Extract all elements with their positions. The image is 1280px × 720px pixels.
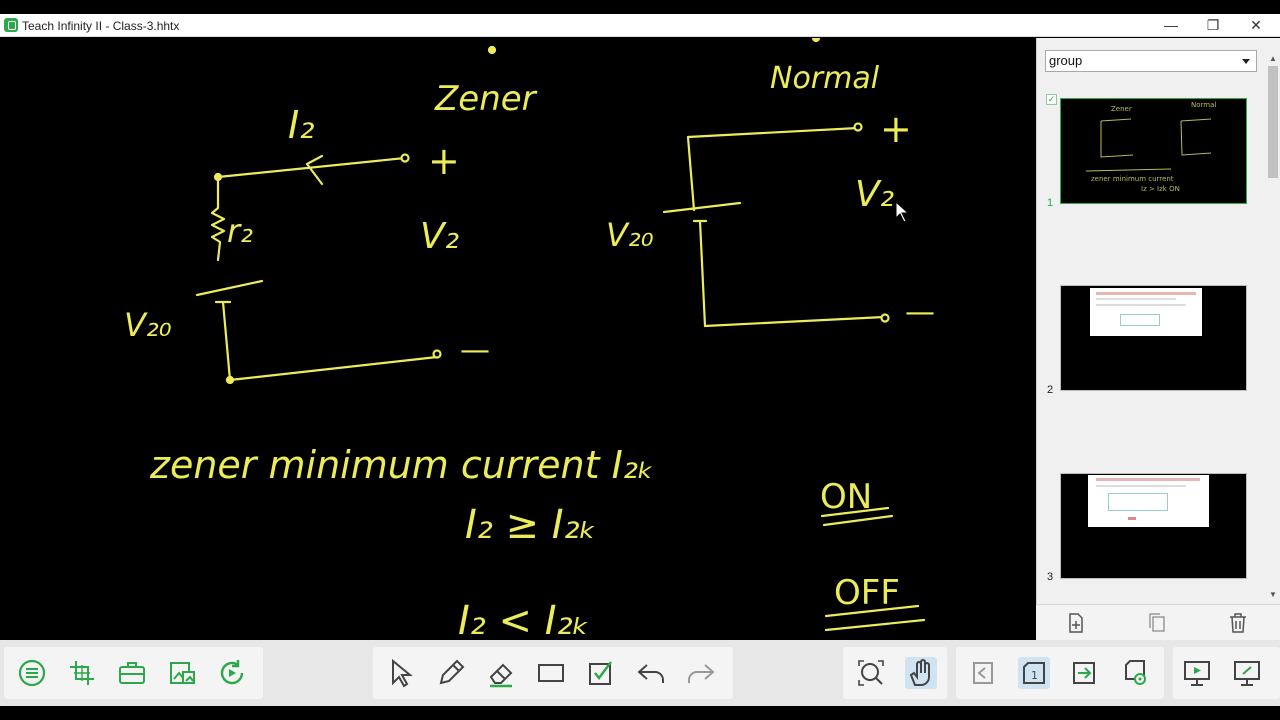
right-vertical-top: [686, 135, 696, 212]
group-select-value: group: [1049, 53, 1083, 68]
copy-page-icon[interactable]: [1145, 611, 1169, 635]
current-arrow: [305, 154, 324, 186]
resistor-label: r₂: [227, 212, 253, 250]
window-title: Teach Infinity II - Class-3.hhtx: [22, 19, 180, 33]
slide-number: 2: [1047, 384, 1054, 396]
toolbar-group-left: [4, 647, 263, 699]
ink-dot: [811, 38, 821, 43]
slide-number: 3: [1047, 571, 1054, 583]
pan-hand-icon[interactable]: [905, 657, 937, 689]
slide-sidebar: group ✓ Zener Normal zener minimum curre…: [1036, 38, 1280, 640]
right-plus-sign: +: [880, 107, 912, 151]
whiteboard-canvas[interactable]: Zener I₂ r₂ V₂₀ V₂ + — Normal V₂₀ V₂ + —…: [0, 38, 1036, 640]
right-plus-terminal: [853, 122, 863, 132]
bottom-toolbar: 1: [0, 640, 1280, 706]
normal-heading: Normal: [770, 61, 880, 96]
svg-text:Iz > Izk ON: Iz > Izk ON: [1141, 185, 1180, 193]
zener-heading: Zener: [434, 79, 538, 119]
page-settings-icon[interactable]: [1118, 657, 1150, 689]
slide-number: 1: [1047, 197, 1054, 209]
slide-2-document-preview: [1090, 288, 1202, 336]
top-black-strip: [0, 0, 1280, 14]
svg-text:zener minimum current: zener minimum current: [1091, 175, 1174, 183]
svg-text:Normal: Normal: [1191, 101, 1216, 109]
sidebar-scrollbar[interactable]: ▲ ▼: [1266, 52, 1280, 602]
pointer-icon[interactable]: [385, 657, 417, 689]
scroll-down-icon[interactable]: ▼: [1266, 588, 1280, 602]
close-button[interactable]: ✕: [1235, 14, 1277, 37]
slide-thumbnail-1[interactable]: Zener Normal zener minimum current Iz > …: [1060, 98, 1247, 204]
current-page-icon[interactable]: 1: [1018, 657, 1050, 689]
svg-text:Zener: Zener: [1111, 105, 1132, 113]
left-plus-terminal: [400, 153, 410, 163]
restore-button[interactable]: ❐: [1192, 14, 1234, 37]
menu-icon[interactable]: [16, 657, 48, 689]
group-select[interactable]: group: [1045, 50, 1257, 72]
slide-thumbnail-3[interactable]: [1060, 473, 1247, 579]
left-minus-sign: —: [460, 333, 490, 368]
right-source-label: V₂₀: [606, 216, 654, 254]
present-icon[interactable]: [1181, 657, 1213, 689]
toolbar-group-view: [843, 647, 947, 699]
undo-icon[interactable]: [635, 657, 667, 689]
left-minus-terminal: [432, 349, 442, 359]
condition-1: I₂ ≥ I₂ₖ: [465, 502, 597, 548]
off-underline-2: [824, 618, 926, 632]
checkbox-icon[interactable]: [585, 657, 617, 689]
state-off: OFF: [834, 573, 900, 613]
state-on: ON: [820, 477, 872, 517]
left-source-label: V₂₀: [124, 306, 172, 344]
previous-page-icon[interactable]: [968, 657, 1000, 689]
pen-icon[interactable]: [435, 657, 467, 689]
insert-image-icon[interactable]: [166, 657, 198, 689]
crop-move-icon[interactable]: [66, 657, 98, 689]
redo-icon[interactable]: [685, 657, 717, 689]
current-page-number: 1: [1031, 669, 1038, 682]
scroll-up-icon[interactable]: ▲: [1266, 52, 1280, 66]
slide-actions: [1036, 604, 1280, 640]
right-output-label: V₂: [855, 174, 894, 215]
right-minus-sign: —: [905, 295, 935, 330]
mouse-cursor-icon: [895, 200, 910, 223]
on-underline-2: [822, 514, 894, 527]
board-drawing: Zener I₂ r₂ V₂₀ V₂ + — Normal V₂₀ V₂ + —…: [124, 38, 935, 640]
rectangle-icon[interactable]: [535, 657, 567, 689]
next-page-icon[interactable]: [1068, 657, 1100, 689]
right-vertical-lower: [698, 219, 707, 328]
minimum-current-line: zener minimum current I₂ₖ: [149, 443, 654, 487]
title-bar: Teach Infinity II - Class-3.hhtx — ❐ ✕: [0, 14, 1280, 37]
resistor-zigzag: [210, 175, 226, 262]
right-bottom-wire: [703, 315, 886, 328]
screen-share-icon[interactable]: [1231, 657, 1263, 689]
left-output-label: V₂: [420, 216, 459, 257]
toolbar-group-draw: [373, 647, 733, 699]
right-battery-long-plate: [662, 201, 742, 214]
eraser-icon[interactable]: [485, 657, 517, 689]
app-window: Teach Infinity II - Class-3.hhtx — ❐ ✕ Z…: [0, 0, 1280, 720]
left-bottom-wire: [228, 355, 439, 382]
chevron-down-icon: [1242, 59, 1250, 64]
left-plus-sign: +: [428, 139, 460, 183]
add-page-icon[interactable]: [1064, 611, 1088, 635]
scroll-thumb[interactable]: [1268, 66, 1278, 178]
minimize-button[interactable]: —: [1150, 14, 1192, 37]
bottom-black-strip: [0, 706, 1280, 720]
refresh-icon[interactable]: [216, 657, 248, 689]
current-label: I₂: [288, 103, 314, 147]
app-logo-icon: [4, 18, 18, 32]
left-vertical-lower: [221, 300, 232, 382]
right-top-wire: [686, 126, 860, 139]
slide-3-document-preview: [1088, 475, 1209, 527]
toolbar-group-pages: 1: [956, 647, 1164, 699]
battery-long-plate: [195, 279, 264, 297]
right-minus-terminal: [880, 313, 890, 323]
condition-2: I₂ < I₂ₖ: [458, 598, 590, 640]
zoom-icon[interactable]: [855, 657, 887, 689]
slide-checkbox[interactable]: ✓: [1046, 94, 1057, 105]
slide-thumbnail-2[interactable]: [1060, 285, 1247, 391]
toolbox-icon[interactable]: [116, 657, 148, 689]
toolbar-group-present: [1173, 647, 1280, 699]
ink-dot: [487, 45, 497, 55]
delete-icon[interactable]: [1226, 611, 1250, 635]
